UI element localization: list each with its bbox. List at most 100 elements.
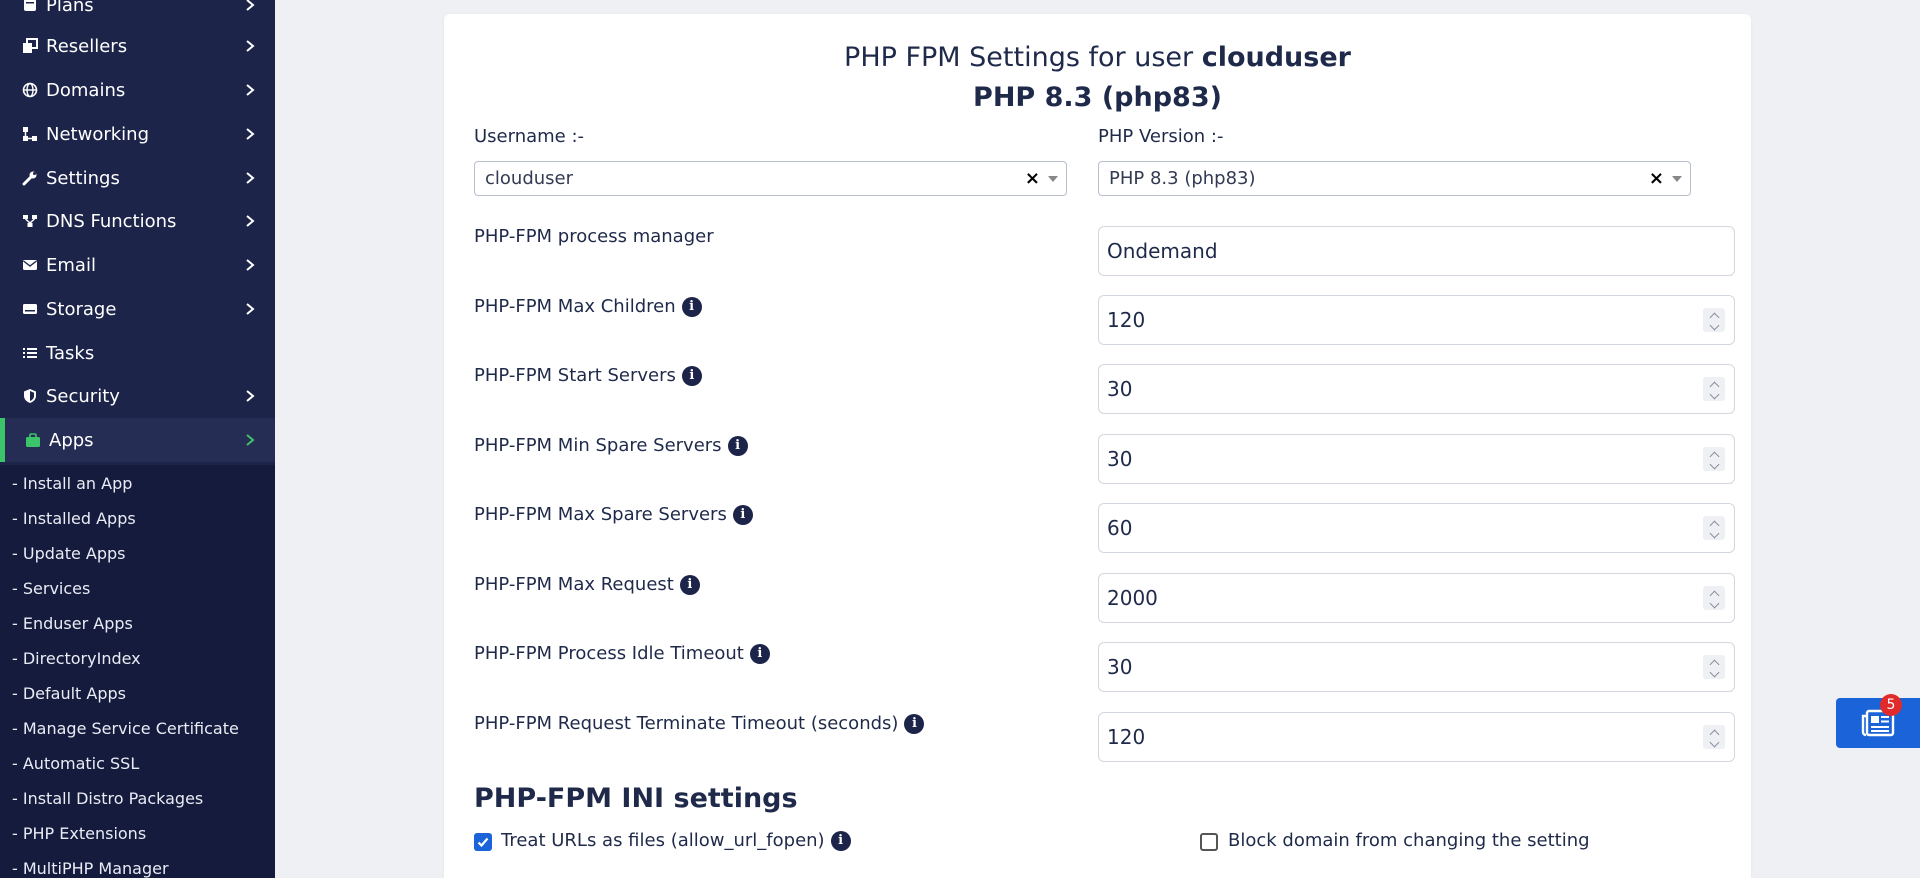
field-value: 120 bbox=[1107, 308, 1146, 332]
chevron-right-icon bbox=[246, 128, 255, 140]
submenu-item-enduser-apps[interactable]: - Enduser Apps bbox=[12, 614, 133, 633]
sidebar-item-label: Networking bbox=[46, 123, 149, 145]
request-terminate-timeout-input[interactable]: 120 bbox=[1098, 712, 1735, 762]
username-select[interactable]: clouduser × bbox=[474, 161, 1067, 196]
submenu-item-services[interactable]: - Services bbox=[12, 579, 90, 598]
sidebar-item-label: Storage bbox=[46, 298, 117, 320]
info-icon[interactable]: i bbox=[681, 296, 702, 317]
checkbox-label-text: Treat URLs as files (allow_url_fopen) bbox=[501, 830, 825, 851]
process-manager-field[interactable]: Ondemand bbox=[1098, 226, 1735, 276]
php-version-select-value: PHP 8.3 (php83) bbox=[1109, 168, 1256, 189]
number-spinner[interactable] bbox=[1703, 308, 1725, 332]
max-children-label: PHP-FPM Max Children i bbox=[474, 296, 702, 317]
spinner-down-icon[interactable] bbox=[1709, 737, 1719, 748]
submenu-item-distro-packages[interactable]: - Install Distro Packages bbox=[12, 789, 203, 808]
block-domain-checkbox[interactable] bbox=[1200, 833, 1218, 851]
apps-icon bbox=[23, 430, 43, 450]
sidebar-item-email[interactable]: Email bbox=[0, 243, 275, 287]
submenu-item-service-certificate[interactable]: - Manage Service Certificate bbox=[12, 719, 239, 738]
number-spinner[interactable] bbox=[1703, 377, 1725, 401]
submenu-item-multiphp-manager[interactable]: - MultiPHP Manager bbox=[12, 859, 169, 878]
sidebar-item-tasks[interactable]: Tasks bbox=[0, 331, 275, 375]
page-subtitle: PHP 8.3 (php83) bbox=[973, 82, 1222, 113]
field-value: 60 bbox=[1107, 516, 1133, 540]
submenu-item-default-apps[interactable]: - Default Apps bbox=[12, 684, 126, 703]
sidebar-item-networking[interactable]: Networking bbox=[0, 112, 275, 156]
info-icon[interactable]: i bbox=[679, 574, 700, 595]
spinner-down-icon[interactable] bbox=[1709, 389, 1719, 400]
wrench-icon bbox=[20, 168, 40, 188]
sidebar-item-apps[interactable]: Apps bbox=[0, 418, 275, 462]
max-children-input[interactable]: 120 bbox=[1098, 295, 1735, 345]
allow-url-fopen-checkbox[interactable] bbox=[474, 833, 492, 851]
shield-icon bbox=[20, 386, 40, 406]
min-spare-servers-input[interactable]: 30 bbox=[1098, 434, 1735, 484]
chevron-right-icon bbox=[246, 390, 255, 402]
info-icon[interactable]: i bbox=[681, 365, 702, 386]
chevron-right-icon bbox=[246, 434, 255, 446]
caret-down-icon[interactable] bbox=[1048, 176, 1058, 182]
number-spinner[interactable] bbox=[1703, 447, 1725, 471]
apps-submenu: - Install an App - Installed Apps - Upda… bbox=[0, 465, 275, 878]
sidebar-item-domains[interactable]: Domains bbox=[0, 68, 275, 112]
field-label-text: PHP-FPM process manager bbox=[474, 226, 714, 247]
max-spare-servers-input[interactable]: 60 bbox=[1098, 503, 1735, 553]
info-icon[interactable]: i bbox=[732, 504, 753, 525]
storage-icon bbox=[20, 299, 40, 319]
number-spinner[interactable] bbox=[1703, 586, 1725, 610]
submenu-item-automatic-ssl[interactable]: - Automatic SSL bbox=[12, 754, 139, 773]
submenu-item-php-extensions[interactable]: - PHP Extensions bbox=[12, 824, 146, 843]
username-select-value: clouduser bbox=[485, 168, 574, 189]
max-request-input[interactable]: 2000 bbox=[1098, 573, 1735, 623]
page-title: PHP FPM Settings for user clouduser bbox=[444, 42, 1751, 73]
php-version-select[interactable]: PHP 8.3 (php83) × bbox=[1098, 161, 1691, 196]
field-value: 2000 bbox=[1107, 586, 1158, 610]
submenu-item-update-apps[interactable]: - Update Apps bbox=[12, 544, 125, 563]
chevron-right-icon bbox=[246, 172, 255, 184]
info-icon[interactable]: i bbox=[749, 643, 770, 664]
clear-icon[interactable]: × bbox=[1649, 168, 1664, 189]
info-icon[interactable]: i bbox=[727, 435, 748, 456]
request-terminate-timeout-label: PHP-FPM Request Terminate Timeout (secon… bbox=[474, 713, 925, 734]
php-fpm-settings-card: PHP FPM Settings for user clouduser PHP … bbox=[444, 14, 1751, 878]
field-label-text: PHP-FPM Start Servers bbox=[474, 365, 676, 386]
spinner-down-icon[interactable] bbox=[1709, 598, 1719, 609]
spinner-down-icon[interactable] bbox=[1709, 528, 1719, 539]
process-manager-label: PHP-FPM process manager bbox=[474, 226, 714, 247]
clear-icon[interactable]: × bbox=[1025, 168, 1040, 189]
sidebar-item-settings[interactable]: Settings bbox=[0, 156, 275, 200]
php-version-label: PHP Version :- bbox=[1098, 126, 1224, 147]
start-servers-input[interactable]: 30 bbox=[1098, 364, 1735, 414]
field-value: 30 bbox=[1107, 377, 1133, 401]
field-value: 120 bbox=[1107, 725, 1146, 749]
sidebar-item-dns-functions[interactable]: DNS Functions bbox=[0, 199, 275, 243]
notification-badge: 5 bbox=[1880, 694, 1902, 716]
sidebar-item-storage[interactable]: Storage bbox=[0, 287, 275, 331]
list-icon bbox=[20, 343, 40, 363]
spinner-down-icon[interactable] bbox=[1709, 459, 1719, 470]
spinner-down-icon[interactable] bbox=[1709, 667, 1719, 678]
process-idle-timeout-input[interactable]: 30 bbox=[1098, 642, 1735, 692]
submenu-item-installed-apps[interactable]: - Installed Apps bbox=[12, 509, 136, 528]
sidebar-item-label: Resellers bbox=[46, 35, 128, 57]
chevron-right-icon bbox=[246, 0, 255, 11]
caret-down-icon[interactable] bbox=[1672, 176, 1682, 182]
sidebar-item-label: Security bbox=[46, 385, 120, 407]
news-widget-button[interactable]: 5 bbox=[1836, 694, 1920, 748]
spinner-down-icon[interactable] bbox=[1709, 320, 1719, 331]
sidebar-item-plans[interactable]: Plans bbox=[0, 0, 275, 27]
number-spinner[interactable] bbox=[1703, 516, 1725, 540]
submenu-item-install-app[interactable]: - Install an App bbox=[12, 474, 132, 493]
field-label-text: PHP-FPM Min Spare Servers bbox=[474, 435, 722, 456]
sidebar-item-security[interactable]: Security bbox=[0, 374, 275, 418]
number-spinner[interactable] bbox=[1703, 655, 1725, 679]
field-label-text: PHP-FPM Process Idle Timeout bbox=[474, 643, 744, 664]
info-icon[interactable]: i bbox=[830, 830, 851, 851]
process-idle-timeout-label: PHP-FPM Process Idle Timeout i bbox=[474, 643, 770, 664]
field-label-text: PHP-FPM Max Spare Servers bbox=[474, 504, 727, 525]
number-spinner[interactable] bbox=[1703, 725, 1725, 749]
sidebar-item-resellers[interactable]: Resellers bbox=[0, 24, 275, 68]
submenu-item-directoryindex[interactable]: - DirectoryIndex bbox=[12, 649, 141, 668]
info-icon[interactable]: i bbox=[904, 713, 925, 734]
resellers-icon bbox=[20, 36, 40, 56]
